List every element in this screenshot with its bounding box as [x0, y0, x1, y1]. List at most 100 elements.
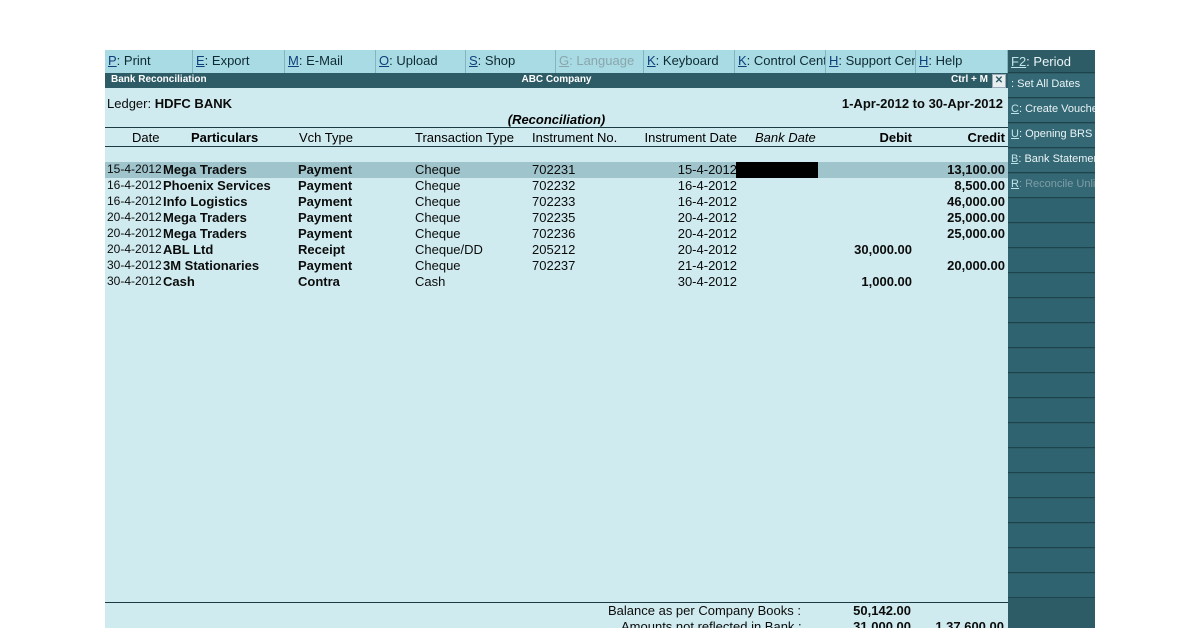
cell-credit: 25,000.00	[947, 226, 1005, 241]
cell-ino: 702232	[532, 178, 576, 193]
sidebar-empty-slot	[1008, 449, 1095, 473]
ledger-info: Ledger: HDFC BANK	[107, 96, 232, 111]
toolbar-button[interactable]: O: Upload	[376, 50, 466, 73]
cell-idate: 16-4-2012	[677, 194, 737, 209]
toolbar-button-label: : Support Centre	[838, 53, 915, 68]
cell-date: 20-4-2012	[107, 226, 162, 240]
cell-ino: 702233	[532, 194, 576, 209]
cell-particulars: ABL Ltd	[163, 242, 214, 257]
sidebar-button[interactable]: U: Opening BRS	[1008, 124, 1095, 148]
sidebar-button[interactable]: C: Create Voucher	[1008, 99, 1095, 123]
cell-particulars: Mega Traders	[163, 226, 247, 241]
cell-ttype: Cheque	[415, 258, 461, 273]
cell-credit: 46,000.00	[947, 194, 1005, 209]
sidebar-empty-slot	[1008, 374, 1095, 398]
bank-date-field[interactable]	[736, 162, 818, 178]
cell-date: 16-4-2012	[107, 178, 162, 192]
col-instrument-no: Instrument No.	[532, 130, 618, 145]
toolbar-button[interactable]: K: Keyboard	[644, 50, 735, 73]
col-debit: Debit	[879, 130, 913, 145]
ledger-name: HDFC BANK	[154, 96, 232, 111]
toolbar-shortcut-key: H	[829, 53, 839, 68]
sidebar-button-label: : Bank Statement	[1018, 153, 1095, 165]
cell-date: 20-4-2012	[107, 242, 162, 256]
toolbar-button[interactable]: M: E-Mail	[285, 50, 376, 73]
toolbar-shortcut-key: H	[919, 53, 929, 68]
cell-idate: 20-4-2012	[677, 210, 737, 225]
table-row[interactable]: 16-4-2012 Phoenix Services Payment Cheque 70…	[105, 178, 1008, 194]
sidebar-button[interactable]: B: Bank Statement	[1008, 149, 1095, 173]
cell-debit: 1,000.00	[861, 274, 912, 289]
cell-credit: 8,500.00	[954, 178, 1005, 193]
sidebar-empty-slot	[1008, 399, 1095, 423]
col-bank-date: Bank Date	[755, 130, 816, 145]
title-bar: Bank Reconciliation ABC Company Ctrl + M…	[105, 73, 1008, 88]
toolbar-shortcut-key: E	[196, 53, 205, 68]
sidebar-shortcut-key: R	[1011, 178, 1019, 190]
cell-credit: 13,100.00	[947, 162, 1005, 177]
sidebar-shortcut-key: U	[1011, 128, 1019, 140]
amounts-debit: 31,000.00	[853, 619, 911, 628]
transaction-list: 15-4-2012 Mega Traders Payment Cheque 702231…	[105, 162, 1008, 290]
sidebar-empty-slot	[1008, 299, 1095, 323]
cell-idate: 15-4-2012	[677, 162, 737, 177]
company-name: ABC Company	[521, 74, 592, 85]
table-row[interactable]: 30-4-2012 3M Stationaries Payment Cheque 702…	[105, 258, 1008, 274]
toolbar-button-label: : Keyboard	[655, 53, 719, 68]
cell-idate: 20-4-2012	[677, 242, 737, 257]
sidebar-button-label: : Period	[1026, 54, 1071, 69]
cell-idate: 21-4-2012	[677, 258, 737, 273]
cell-ttype: Cheque/DD	[415, 242, 483, 257]
right-button-panel: F2: Period : Set All Dates C: Create Vouch…	[1008, 50, 1095, 628]
table-row[interactable]: 20-4-2012 ABL Ltd Receipt Cheque/DD 205212 20…	[105, 242, 1008, 258]
sidebar-button[interactable]: : Set All Dates	[1008, 74, 1095, 98]
cell-idate: 16-4-2012	[677, 178, 737, 193]
close-icon[interactable]: ✕	[992, 74, 1006, 88]
sidebar-button[interactable]: F2: Period	[1008, 50, 1095, 73]
table-row[interactable]: 20-4-2012 Mega Traders Payment Cheque 702235…	[105, 210, 1008, 226]
sidebar-button-label: : Create Voucher	[1018, 103, 1095, 115]
sidebar-empty-slot	[1008, 524, 1095, 548]
tally-window: P: Print E: Export M: E-Mail O: Upload S: Sh…	[105, 50, 1095, 628]
sidebar-empty-slot	[1008, 549, 1095, 573]
cell-vch: Payment	[298, 162, 353, 177]
sidebar-button[interactable]: R: Reconcile Unlinked	[1008, 174, 1095, 198]
toolbar-button[interactable]: P: Print	[105, 50, 193, 73]
cell-ttype: Cheque	[415, 194, 461, 209]
cell-ttype: Cheque	[415, 210, 461, 225]
cell-vch: Payment	[298, 178, 353, 193]
cell-ino: 205212	[532, 242, 576, 257]
cell-particulars: Mega Traders	[163, 210, 247, 225]
table-row[interactable]: 15-4-2012 Mega Traders Payment Cheque 702231…	[105, 162, 1008, 178]
cell-vch: Payment	[298, 194, 353, 209]
cell-date: 15-4-2012	[107, 162, 162, 176]
toolbar-button[interactable]: H: Help	[916, 50, 1008, 73]
cell-date: 16-4-2012	[107, 194, 162, 208]
table-row[interactable]: 20-4-2012 Mega Traders Payment Cheque 702236…	[105, 226, 1008, 242]
toolbar-button-label: : Help	[928, 53, 963, 68]
toolbar-button[interactable]: E: Export	[193, 50, 285, 73]
table-row[interactable]: 16-4-2012 Info Logistics Payment Cheque 7022…	[105, 194, 1008, 210]
toolbar-button[interactable]: K: Control Centre	[735, 50, 826, 73]
cell-idate: 20-4-2012	[677, 226, 737, 241]
cell-ino: 702231	[532, 162, 576, 177]
cell-vch: Receipt	[298, 242, 345, 257]
cell-credit: 25,000.00	[947, 210, 1005, 225]
toolbar-button-label: : E-Mail	[298, 53, 343, 68]
toolbar-button[interactable]: G: Language	[556, 50, 644, 73]
toolbar-button-label: : Language	[569, 53, 635, 68]
toolbar-button[interactable]: H: Support Centre	[826, 50, 916, 73]
toolbar-shortcut-key: G	[559, 53, 570, 68]
table-row[interactable]: 30-4-2012 Cash Contra Cash 30-4-2012 1,000.00	[105, 274, 1008, 290]
toolbar-button[interactable]: S: Shop	[466, 50, 556, 73]
column-headers: Date Particulars Vch Type Transaction Ty…	[105, 127, 1008, 147]
toolbar-button-label: : Control Centre	[746, 53, 825, 68]
sidebar-button-label: : Set All Dates	[1011, 78, 1081, 90]
period-range[interactable]: 1-Apr-2012 to 30-Apr-2012	[842, 96, 1003, 111]
cell-particulars: Phoenix Services	[163, 178, 271, 193]
cell-vch: Payment	[298, 210, 353, 225]
cell-ino: 702236	[532, 226, 576, 241]
sidebar-empty-slot	[1008, 224, 1095, 248]
cell-particulars: Mega Traders	[163, 162, 247, 177]
cell-vch: Payment	[298, 258, 353, 273]
